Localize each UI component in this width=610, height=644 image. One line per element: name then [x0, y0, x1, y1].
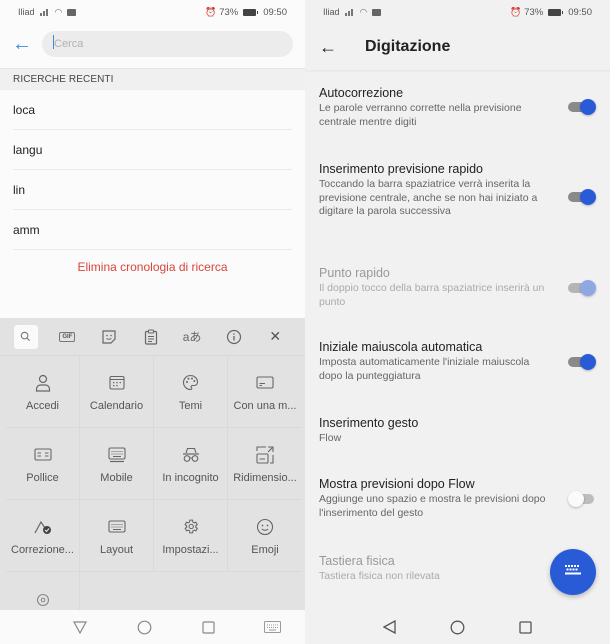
screenshot-root: Iliad ◠ ⏰ 73% 09:50 ← RICERCHE RECENTI l…	[0, 0, 610, 644]
keyboard-tools-grid: Accedi Calendario Temi Con una m... Poll…	[0, 356, 305, 644]
setting-autocorrezione[interactable]: Autocorrezione Le parole verranno corret…	[305, 86, 610, 129]
clock: 09:50	[263, 6, 287, 18]
app-bar: ← Digitazione	[305, 27, 610, 67]
carrier-label: Iliad	[18, 7, 35, 17]
navigation-bar	[0, 610, 305, 644]
recent-search-item[interactable]: langu	[13, 130, 292, 170]
tile-temi[interactable]: Temi	[154, 356, 228, 428]
mostra-previsioni-toggle[interactable]	[568, 491, 594, 507]
text-cursor	[53, 35, 54, 49]
incognito-icon	[182, 444, 200, 466]
battery-percent: 73%	[524, 6, 544, 18]
battery-percent: 73%	[219, 6, 239, 18]
tile-ridimensiona[interactable]: Ridimensio...	[228, 428, 302, 500]
calendar-icon	[108, 372, 125, 394]
keyboard-layout-icon	[107, 516, 126, 538]
setting-inserimento-previsione-rapido[interactable]: Inserimento previsione rapido Toccando l…	[305, 162, 610, 219]
emoji-icon	[256, 516, 274, 538]
keyboard-panel: GIF aあ ✕ Accedi Calendario Temi Con una …	[0, 318, 305, 644]
search-icon[interactable]	[14, 324, 38, 349]
keyboard-icon	[563, 563, 583, 581]
page-title: Digitazione	[365, 38, 451, 55]
tile-mobile[interactable]: Mobile	[80, 428, 154, 500]
search-header: ←	[0, 27, 305, 61]
keyboard-fab-button[interactable]	[550, 549, 596, 595]
resize-icon	[256, 444, 274, 466]
tile-layout[interactable]: Layout	[80, 500, 154, 572]
iniziale-maiuscola-toggle[interactable]	[568, 354, 596, 370]
recent-search-item[interactable]: loca	[13, 90, 292, 130]
close-icon[interactable]: ✕	[263, 325, 287, 349]
recent-searches-header: RICERCHE RECENTI	[0, 68, 305, 90]
thumb-layout-icon	[33, 444, 52, 466]
carrier-label: Iliad	[323, 7, 340, 17]
battery-icon	[243, 8, 259, 16]
tile-calendario[interactable]: Calendario	[80, 356, 154, 428]
mail-icon	[372, 8, 382, 16]
palette-icon	[182, 372, 199, 394]
status-bar: Iliad ◠ ⏰ 73% 09:50	[0, 0, 305, 24]
keyboard-toolbar: GIF aあ ✕	[0, 318, 305, 356]
one-hand-icon	[256, 372, 274, 394]
wifi-icon: ◠	[359, 6, 368, 17]
back-arrow-icon[interactable]: ←	[319, 37, 353, 58]
recents-nav-icon[interactable]	[177, 620, 241, 634]
tile-emoji[interactable]: Emoji	[228, 500, 302, 572]
tile-impostazioni[interactable]: Impostazi...	[154, 500, 228, 572]
autocorrezione-toggle[interactable]	[568, 99, 596, 115]
home-nav-icon[interactable]	[112, 620, 176, 635]
setting-punto-rapido: Punto rapido Il doppio tocco della barra…	[305, 266, 610, 309]
clear-history-button[interactable]: Elimina cronologia di ricerca	[0, 260, 305, 274]
wifi-icon: ◠	[54, 6, 63, 17]
signal-icon	[39, 8, 50, 16]
settings-icon	[182, 516, 199, 538]
typing-settings-screen: Iliad ◠ ⏰ 73% 09:50 ← Digitazione Autoco…	[305, 0, 610, 644]
back-nav-icon[interactable]	[48, 620, 112, 634]
tile-correzione[interactable]: Correzione...	[6, 500, 80, 572]
mail-icon	[67, 8, 77, 16]
tile-accedi[interactable]: Accedi	[6, 356, 80, 428]
recents-nav-icon[interactable]	[492, 620, 560, 634]
clock: 09:50	[568, 6, 592, 18]
app-bar-divider	[305, 70, 610, 73]
sticker-icon[interactable]	[97, 325, 121, 349]
clipboard-icon[interactable]	[139, 325, 163, 349]
setting-iniziale-maiuscola-automatica[interactable]: Iniziale maiuscola automatica Imposta au…	[305, 340, 610, 383]
navigation-bar	[305, 610, 610, 644]
floating-keyboard-icon	[107, 444, 126, 466]
tile-one-hand[interactable]: Con una m...	[228, 356, 302, 428]
setting-mostra-previsioni-dopo-flow[interactable]: Mostra previsioni dopo Flow Aggiunge uno…	[305, 477, 610, 520]
location-icon	[36, 590, 50, 612]
tile-pollice[interactable]: Pollice	[6, 428, 80, 500]
recent-search-item[interactable]: amm	[13, 210, 292, 250]
keyboard-switch-icon[interactable]	[241, 621, 305, 633]
back-nav-icon[interactable]	[356, 620, 424, 634]
back-arrow-icon[interactable]: ←	[12, 34, 36, 54]
account-icon	[35, 372, 51, 394]
battery-icon	[548, 8, 564, 16]
translate-icon[interactable]: aあ	[180, 325, 204, 349]
search-input[interactable]	[42, 31, 293, 57]
home-nav-icon[interactable]	[424, 620, 492, 635]
recent-searches-list: loca langu lin amm	[0, 90, 305, 250]
signal-icon	[344, 8, 355, 16]
inserimento-previsione-rapido-toggle[interactable]	[568, 189, 596, 205]
gif-icon[interactable]: GIF	[56, 325, 80, 349]
setting-inserimento-gesto[interactable]: Inserimento gesto Flow	[305, 416, 610, 446]
recent-search-item[interactable]: lin	[13, 170, 292, 210]
punto-rapido-toggle	[568, 280, 596, 296]
status-bar: Iliad ◠ ⏰ 73% 09:50	[305, 0, 610, 24]
tile-incognito[interactable]: In incognito	[154, 428, 228, 500]
autocorrect-icon	[33, 516, 53, 538]
info-icon[interactable]	[222, 325, 246, 349]
search-screen: Iliad ◠ ⏰ 73% 09:50 ← RICERCHE RECENTI l…	[0, 0, 305, 644]
alarm-icon: ⏰	[509, 6, 522, 17]
alarm-icon: ⏰	[204, 6, 217, 17]
